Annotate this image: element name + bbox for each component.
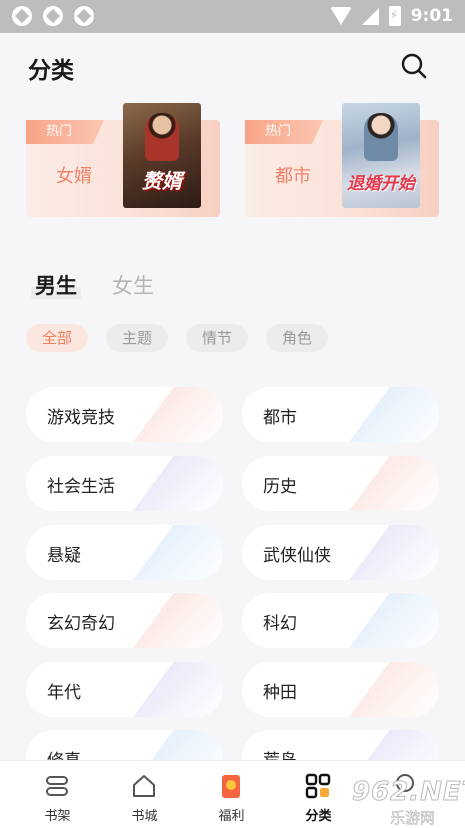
notification-icons [12, 6, 94, 26]
category-swoosh [133, 662, 223, 717]
cover-figure-illustration [145, 113, 179, 161]
category-label: 历史 [263, 477, 297, 497]
chip-role[interactable]: 角色 [266, 324, 328, 352]
wifi-icon [329, 7, 352, 25]
gender-tabs: 男生 女生 [31, 270, 154, 300]
category-swoosh [349, 387, 439, 442]
search-icon [401, 53, 427, 79]
app-notification-icon [74, 6, 94, 26]
hot-card-name: 女婿 [56, 166, 92, 187]
cover-title: 赘婿 [142, 169, 182, 193]
category-swoosh [349, 456, 439, 511]
cover-figure-illustration [364, 113, 398, 161]
category-item[interactable]: 年代 [26, 662, 223, 717]
status-bar: 9:01 [0, 0, 465, 33]
tab-male[interactable]: 男生 [31, 270, 81, 300]
category-swoosh [349, 593, 439, 648]
app-notification-icon [12, 6, 32, 26]
category-label: 科幻 [263, 614, 297, 634]
search-button[interactable] [398, 50, 430, 82]
book-cover[interactable]: 赘婿 [123, 103, 201, 208]
chip-plot[interactable]: 情节 [186, 324, 248, 352]
hot-badge: 热门 [26, 120, 104, 144]
category-item[interactable]: 武侠仙侠 [242, 525, 439, 580]
category-item[interactable]: 悬疑 [26, 525, 223, 580]
category-label: 种田 [263, 683, 297, 703]
category-label: 悬疑 [47, 546, 81, 566]
category-label: 年代 [47, 683, 81, 703]
hot-card-urban[interactable]: 热门 都市 退婚开始 [245, 103, 439, 217]
page-header: 分类 [0, 33, 465, 93]
tab-bookstore[interactable]: 书城 [98, 761, 191, 828]
cover-title: 退婚开始 [347, 174, 415, 194]
signal-icon [361, 7, 379, 25]
home-icon [133, 775, 155, 797]
category-item[interactable]: 游戏竞技 [26, 387, 223, 442]
category-swoosh [133, 525, 223, 580]
app-notification-icon [43, 6, 63, 26]
site-watermark: 962.NET 乐游网 [338, 775, 465, 828]
tab-bookshelf[interactable]: 书架 [11, 761, 104, 828]
gift-icon [222, 775, 240, 798]
hot-card-son-in-law[interactable]: 热门 女婿 赘婿 [26, 103, 220, 217]
category-item[interactable]: 历史 [242, 456, 439, 511]
category-swoosh [133, 593, 223, 648]
category-label: 玄幻奇幻 [47, 614, 115, 634]
category-item[interactable]: 种田 [242, 662, 439, 717]
category-label: 游戏竞技 [47, 408, 115, 428]
category-swoosh [349, 525, 439, 580]
category-swoosh [133, 456, 223, 511]
bookshelf-icon [46, 776, 68, 796]
system-icons: 9:01 [329, 6, 453, 26]
category-swoosh [349, 662, 439, 717]
hot-card-name: 都市 [275, 166, 311, 187]
chip-theme[interactable]: 主题 [106, 324, 168, 352]
category-item[interactable]: 都市 [242, 387, 439, 442]
category-grid-icon [305, 773, 331, 799]
category-item[interactable]: 科幻 [242, 593, 439, 648]
tab-label: 书城 [131, 809, 158, 824]
tab-label: 福利 [218, 809, 245, 824]
watermark-subtext: 乐游网 [390, 809, 436, 828]
battery-icon [388, 6, 401, 26]
filter-chips: 全部 主题 情节 角色 [26, 324, 328, 352]
tab-label: 书架 [44, 809, 71, 824]
watermark-text: 962.NET [351, 777, 465, 808]
category-label: 都市 [263, 408, 297, 428]
tab-female[interactable]: 女生 [112, 270, 154, 300]
category-item[interactable]: 社会生活 [26, 456, 223, 511]
category-label: 社会生活 [47, 477, 115, 497]
tab-welfare[interactable]: 福利 [185, 761, 278, 828]
category-item[interactable]: 玄幻奇幻 [26, 593, 223, 648]
hot-badge: 热门 [245, 120, 323, 144]
category-label: 武侠仙侠 [263, 546, 331, 566]
chip-all[interactable]: 全部 [26, 324, 88, 352]
category-swoosh [133, 387, 223, 442]
book-cover[interactable]: 退婚开始 [342, 103, 420, 208]
status-time: 9:01 [410, 6, 453, 26]
page-title: 分类 [28, 58, 74, 84]
